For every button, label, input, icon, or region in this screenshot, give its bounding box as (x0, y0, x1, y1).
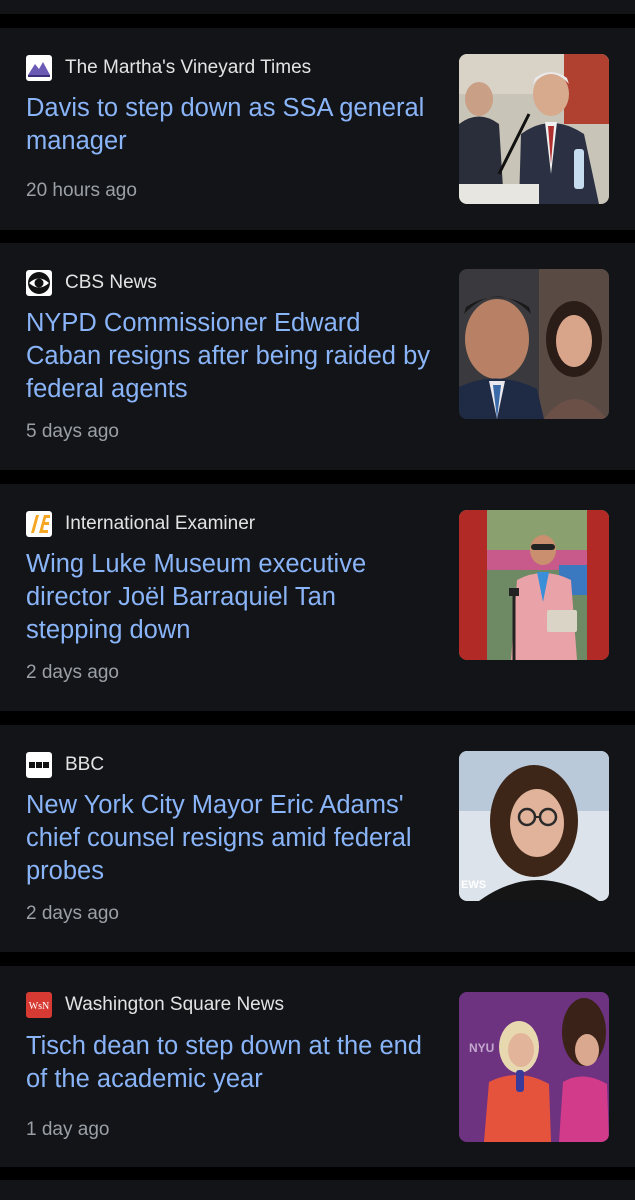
article-thumbnail[interactable] (459, 510, 609, 660)
article-timestamp: 20 hours ago (26, 180, 137, 201)
source-name: The Martha's Vineyard Times (65, 57, 312, 78)
article-card[interactable]: BBC New York City Mayor Eric Adams' chie… (0, 725, 635, 952)
article-thumbnail[interactable] (459, 269, 609, 419)
article-source: International Examiner (26, 510, 255, 538)
article-headline[interactable]: Davis to step down as SSA general manage… (26, 92, 436, 158)
article-source: BBC (26, 751, 104, 779)
article-thumbnail[interactable] (459, 54, 609, 204)
article-source: WsN Washington Square News (26, 991, 284, 1019)
next-card-edge (0, 1180, 635, 1200)
previous-card-edge (0, 0, 635, 14)
news-feed: The Martha's Vineyard Times Davis to ste… (0, 0, 635, 1200)
svg-text:WsN: WsN (29, 1001, 50, 1012)
article-headline[interactable]: New York City Mayor Eric Adams' chief co… (26, 789, 436, 888)
article-timestamp: 1 day ago (26, 1119, 110, 1140)
article-card[interactable]: CBS News NYPD Commissioner Edward Caban … (0, 243, 635, 470)
mountain-logo-icon (26, 55, 52, 81)
man-in-suit-at-microphone-photo (459, 54, 609, 204)
article-timestamp: 5 days ago (26, 421, 119, 442)
woman-with-glasses-photo: EWS (459, 751, 609, 901)
source-name: CBS News (65, 272, 157, 293)
article-source: The Martha's Vineyard Times (26, 54, 311, 82)
thumbnail-overlay-text: NYU (469, 1041, 494, 1055)
cbs-eye-logo-icon (26, 270, 52, 296)
source-name: BBC (65, 754, 105, 775)
article-thumbnail[interactable]: NYU (459, 992, 609, 1142)
speaker-at-podium-photo (459, 510, 609, 660)
interview-at-nyu-event-photo: NYU (459, 992, 609, 1142)
ie-logo-icon (26, 511, 52, 537)
article-headline[interactable]: Wing Luke Museum executive director Joël… (26, 548, 436, 647)
article-card[interactable]: International Examiner Wing Luke Museum … (0, 484, 635, 711)
article-card[interactable]: WsN Washington Square News Tisch dean to… (0, 966, 635, 1167)
article-source: CBS News (26, 269, 157, 297)
two-people-portrait-photo (459, 269, 609, 419)
article-timestamp: 2 days ago (26, 903, 119, 924)
thumbnail-overlay-text: EWS (461, 879, 486, 891)
article-headline[interactable]: Tisch dean to step down at the end of th… (26, 1030, 436, 1096)
article-card[interactable]: The Martha's Vineyard Times Davis to ste… (0, 28, 635, 230)
article-headline[interactable]: NYPD Commissioner Edward Caban resigns a… (26, 307, 436, 406)
source-name: International Examiner (65, 513, 256, 534)
source-name: Washington Square News (65, 994, 284, 1015)
wsn-logo-icon: WsN (26, 992, 52, 1018)
article-timestamp: 2 days ago (26, 662, 119, 683)
bbc-logo-icon (26, 752, 52, 778)
article-thumbnail[interactable]: EWS (459, 751, 609, 901)
